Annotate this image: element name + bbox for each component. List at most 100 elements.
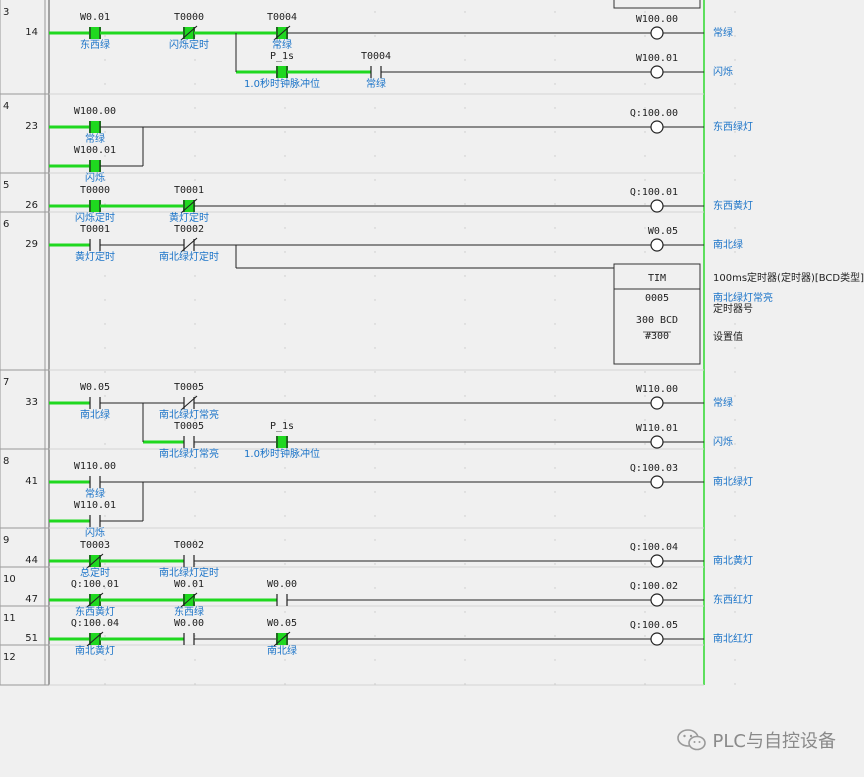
- grid-dot: [644, 155, 646, 157]
- grid-dot: [194, 683, 196, 685]
- coil-address: Q:100.05: [630, 620, 678, 631]
- rung-5[interactable]: 5 26 T0000 闪烁定时 T0001 黄灯定时 Q:100.01 东西黄灯: [0, 180, 753, 224]
- grid-dot: [554, 659, 556, 661]
- grid-dot: [554, 395, 556, 397]
- grid-dot: [194, 107, 196, 109]
- grid-dot: [104, 275, 106, 277]
- grid-dot: [554, 251, 556, 253]
- coil-comment: 常绿: [713, 26, 733, 39]
- timer-description: 100ms定时器(定时器)[BCD类型]: [713, 271, 864, 284]
- coil-address: Q:100.01: [630, 187, 678, 198]
- rung-11[interactable]: 11 51 Q:100.04 南北黄灯 W0.00 W0.05 南北绿 Q:100.05 南北红…: [0, 613, 753, 657]
- grid-dot: [374, 635, 376, 637]
- contact-address: P_1s: [270, 421, 294, 432]
- ladder-diagram[interactable]: 314W0.01东西绿T0000闪烁定时T0004常绿W100.00常绿P_1s…: [0, 0, 864, 777]
- grid-dot: [554, 611, 556, 613]
- coil-symbol: [650, 199, 664, 213]
- coil-comment: 闪烁: [713, 435, 733, 448]
- contact-address: W0.01: [80, 12, 110, 23]
- grid-dot: [644, 83, 646, 85]
- grid-dot: [554, 515, 556, 517]
- contact-address: Q:100.04: [71, 618, 119, 629]
- grid-dot: [374, 347, 376, 349]
- grid-dot: [194, 323, 196, 325]
- rung-4[interactable]: 4 23 W100.00 常绿 Q:100.00 东西绿灯 W100.01 闪烁: [0, 101, 753, 184]
- grid-dot: [734, 467, 736, 469]
- contact-address: W100.01: [74, 145, 116, 156]
- step-number: 47: [25, 594, 38, 605]
- rung-10[interactable]: 10 47 Q:100.01 东西黄灯 W0.01 东西绿 W0.00 Q:100.02 东西红…: [0, 574, 753, 618]
- rung-8[interactable]: 8 41 W110.00 常绿 Q:100.03 南北绿灯 W110.01 闪烁: [0, 456, 753, 539]
- contact-comment: 1.0秒时钟脉冲位: [244, 447, 320, 460]
- grid-dot: [374, 11, 376, 13]
- grid-dot: [104, 83, 106, 85]
- contact-comment: 南北绿灯定时: [159, 566, 219, 579]
- contact-address: W0.00: [174, 618, 204, 629]
- grid-dot: [104, 35, 106, 37]
- step-number: 41: [25, 476, 38, 487]
- coil-symbol: [650, 435, 664, 449]
- grid-dot: [644, 611, 646, 613]
- grid-dot: [104, 131, 106, 133]
- coil-address: W100.00: [636, 14, 678, 25]
- grid-dot: [284, 131, 286, 133]
- grid-dot: [284, 227, 286, 229]
- grid-dot: [104, 323, 106, 325]
- watermark: PLC与自控设备: [676, 727, 836, 753]
- grid-dot: [554, 683, 556, 685]
- grid-dot: [374, 251, 376, 253]
- coil-comment: 南北绿: [713, 238, 743, 251]
- contact-comment: 东西绿: [174, 605, 204, 618]
- grid-dot: [284, 179, 286, 181]
- grid-dot: [374, 299, 376, 301]
- grid-dot: [374, 107, 376, 109]
- grid-dot: [374, 203, 376, 205]
- grid-dot: [284, 275, 286, 277]
- grid-dot: [554, 179, 556, 181]
- grid-dot: [374, 683, 376, 685]
- grid-dot: [644, 11, 646, 13]
- contact-comment: 南北绿: [267, 644, 297, 657]
- timer-number: 0005: [645, 293, 669, 304]
- grid-dot: [464, 35, 466, 37]
- grid-dot: [734, 515, 736, 517]
- rung-number: 11: [3, 613, 16, 624]
- grid-dot: [374, 515, 376, 517]
- grid-dot: [644, 491, 646, 493]
- grid-dot: [374, 275, 376, 277]
- grid-dot: [194, 659, 196, 661]
- grid-dot: [554, 11, 556, 13]
- grid-dot: [554, 155, 556, 157]
- grid-dot: [464, 323, 466, 325]
- contact-address: T0000: [80, 185, 110, 196]
- rung-9[interactable]: 9 44 T0003 总定时 T0002 南北绿灯定时 Q:100.04 南北黄灯: [0, 535, 753, 579]
- grid-dot: [284, 107, 286, 109]
- grid-dot: [734, 59, 736, 61]
- grid-dot: [464, 635, 466, 637]
- grid-dot: [644, 659, 646, 661]
- no-contact-symbol: [183, 436, 195, 448]
- grid-dot: [554, 347, 556, 349]
- rung-3[interactable]: 314W0.01东西绿T0000闪烁定时T0004常绿W100.00常绿P_1s…: [0, 7, 733, 95]
- grid-dot: [464, 83, 466, 85]
- grid-dot: [554, 131, 556, 133]
- grid-dot: [104, 515, 106, 517]
- grid-dot: [104, 59, 106, 61]
- grid-dot: [194, 155, 196, 157]
- grid-dot: [104, 203, 106, 205]
- coil-address: Q:100.04: [630, 542, 678, 553]
- grid-dot: [284, 611, 286, 613]
- contact-comment: 东西绿: [80, 38, 110, 51]
- grid-dot: [464, 179, 466, 181]
- grid-dot: [734, 323, 736, 325]
- grid-dot: [464, 683, 466, 685]
- contact-comment: 黄灯定时: [169, 211, 209, 224]
- grid-dot: [104, 635, 106, 637]
- contact-address: W110.01: [74, 500, 116, 511]
- timer-number-comment: 南北绿灯常亮: [713, 291, 773, 304]
- grid-dot: [284, 299, 286, 301]
- grid-dot: [194, 371, 196, 373]
- rung-number: 10: [3, 574, 16, 585]
- timer-branch[interactable]: TIM 0005 300 BCD #300 100ms定时器(定时器)[BCD类型] 南北…: [235, 245, 864, 365]
- rung-7[interactable]: 733W0.05南北绿T0005南北绿灯常亮W110.00常绿T0005南北绿灯…: [0, 377, 733, 460]
